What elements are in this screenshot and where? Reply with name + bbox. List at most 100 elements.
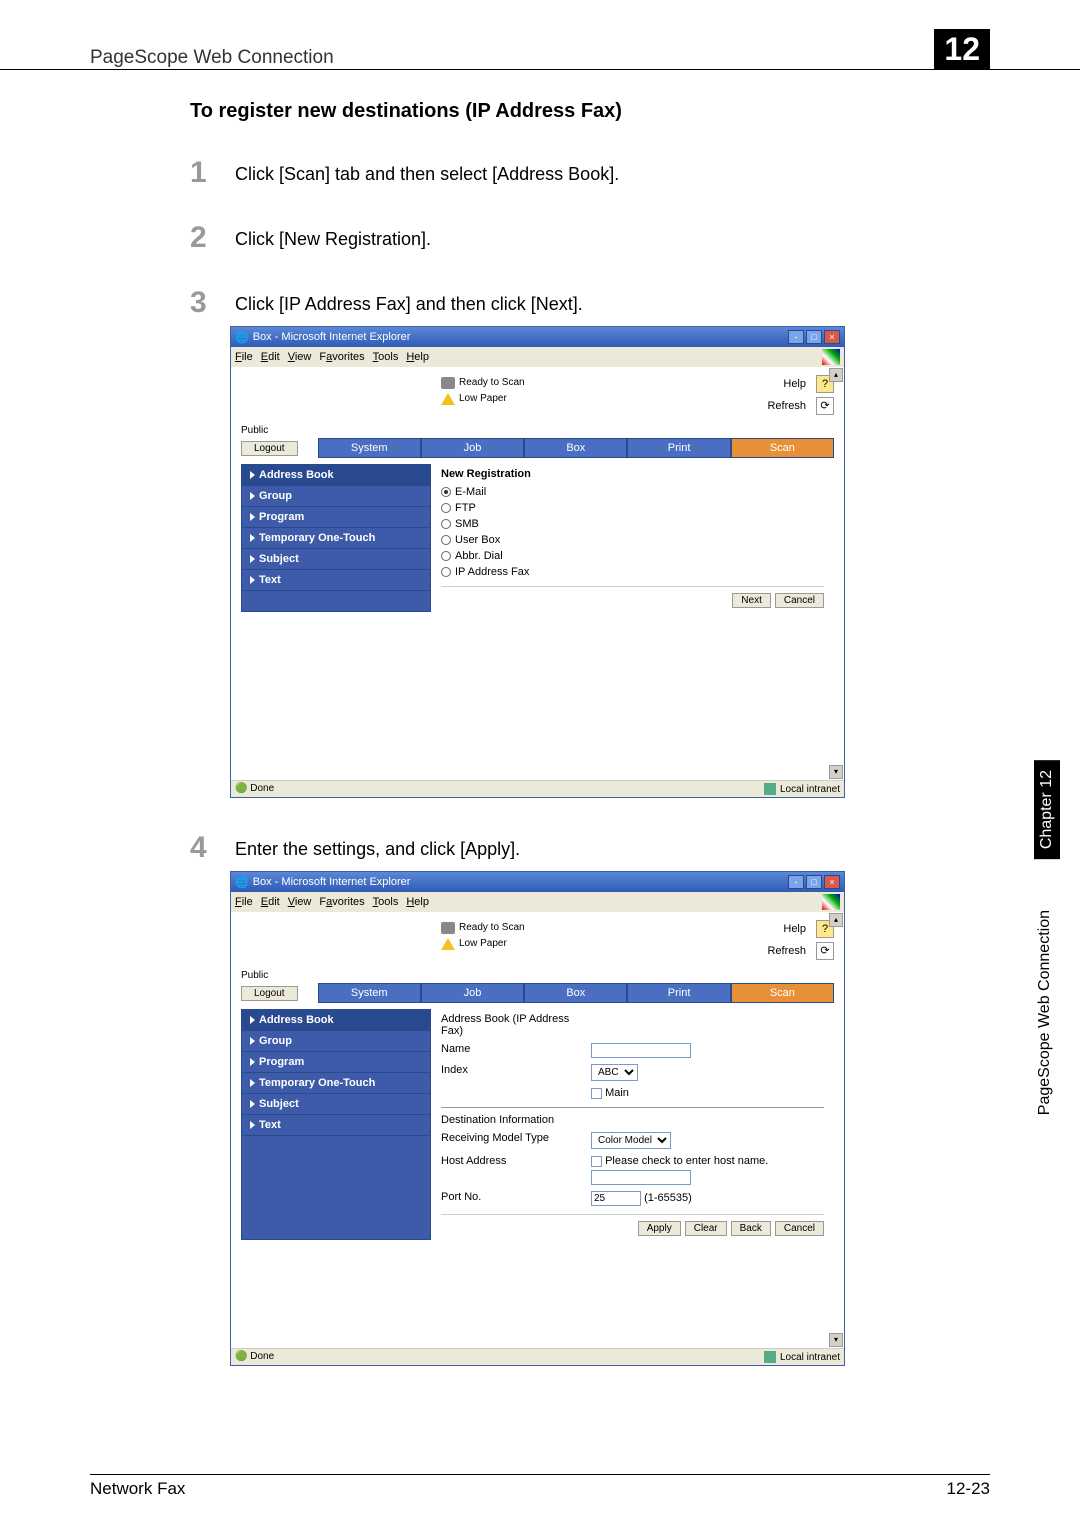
step-text: Click [IP Address Fax] and then click [N… bbox=[235, 294, 583, 315]
warning-icon bbox=[441, 393, 455, 405]
sidebar-item-text[interactable]: Text bbox=[242, 1115, 430, 1136]
radio-ftp[interactable] bbox=[441, 503, 451, 513]
scroll-down-arrow[interactable]: ▾ bbox=[829, 1333, 843, 1347]
side-chapter-tab: Chapter 12 bbox=[1034, 760, 1060, 859]
port-label: Port No. bbox=[441, 1191, 591, 1206]
sidebar-item-group[interactable]: Group bbox=[242, 486, 430, 507]
sidebar-item-temporary[interactable]: Temporary One-Touch bbox=[242, 1073, 430, 1094]
ie-icon: 🌐 bbox=[235, 331, 249, 344]
logout-button[interactable]: Logout bbox=[241, 986, 298, 1001]
radio-smb[interactable] bbox=[441, 519, 451, 529]
radio-label: User Box bbox=[455, 534, 500, 546]
statusbar: 🟢 Done Local intranet bbox=[231, 780, 844, 797]
dest-info-label: Destination Information bbox=[441, 1114, 591, 1126]
arrow-icon bbox=[250, 534, 255, 542]
close-button[interactable]: × bbox=[824, 330, 840, 344]
arrow-icon bbox=[250, 492, 255, 500]
tab-print[interactable]: Print bbox=[627, 983, 730, 1003]
close-button[interactable]: × bbox=[824, 875, 840, 889]
window-titlebar: 🌐 Box - Microsoft Internet Explorer - □ … bbox=[231, 327, 844, 347]
tab-system[interactable]: System bbox=[318, 438, 421, 458]
help-link[interactable]: Help bbox=[783, 378, 806, 390]
scroll-up-arrow[interactable]: ▴ bbox=[829, 368, 843, 382]
sidebar-item-subject[interactable]: Subject bbox=[242, 1094, 430, 1115]
radio-ipfax[interactable] bbox=[441, 567, 451, 577]
radio-email[interactable] bbox=[441, 487, 451, 497]
chapter-number: 12 bbox=[934, 29, 990, 70]
sidebar-item-text[interactable]: Text bbox=[242, 570, 430, 591]
menu-favorites[interactable]: Favorites bbox=[319, 351, 364, 363]
footer-left: Network Fax bbox=[90, 1479, 185, 1499]
host-checkbox[interactable] bbox=[591, 1156, 602, 1167]
step-text: Click [Scan] tab and then select [Addres… bbox=[235, 164, 619, 185]
refresh-link[interactable]: Refresh bbox=[767, 945, 806, 957]
tab-scan[interactable]: Scan bbox=[731, 983, 834, 1003]
cancel-button[interactable]: Cancel bbox=[775, 593, 824, 608]
scroll-down-arrow[interactable]: ▾ bbox=[829, 765, 843, 779]
status-done-icon: 🟢 bbox=[235, 783, 247, 794]
sidebar-item-subject[interactable]: Subject bbox=[242, 549, 430, 570]
host-addr-input[interactable] bbox=[591, 1170, 691, 1185]
menu-help[interactable]: Help bbox=[406, 896, 429, 908]
scroll-up-arrow[interactable]: ▴ bbox=[829, 913, 843, 927]
menu-favorites[interactable]: Favorites bbox=[319, 896, 364, 908]
arrow-icon bbox=[250, 1016, 255, 1024]
menu-help[interactable]: Help bbox=[406, 351, 429, 363]
menu-tools[interactable]: Tools bbox=[373, 351, 399, 363]
window-title: Box - Microsoft Internet Explorer bbox=[253, 331, 411, 343]
sidebar-item-group[interactable]: Group bbox=[242, 1031, 430, 1052]
maximize-button[interactable]: □ bbox=[806, 330, 822, 344]
sidebar-item-program[interactable]: Program bbox=[242, 1052, 430, 1073]
refresh-link[interactable]: Refresh bbox=[767, 400, 806, 412]
apply-button[interactable]: Apply bbox=[638, 1221, 681, 1236]
menu-edit[interactable]: Edit bbox=[261, 896, 280, 908]
index-select[interactable]: ABC bbox=[591, 1064, 638, 1081]
step-number: 1 bbox=[190, 158, 235, 188]
tab-scan[interactable]: Scan bbox=[731, 438, 834, 458]
tab-job[interactable]: Job bbox=[421, 983, 524, 1003]
port-input[interactable] bbox=[591, 1191, 641, 1206]
status-lowpaper: Low Paper bbox=[459, 936, 507, 952]
status-zone: Local intranet bbox=[780, 784, 840, 795]
radio-userbox[interactable] bbox=[441, 535, 451, 545]
arrow-icon bbox=[250, 1121, 255, 1129]
arrow-icon bbox=[250, 1079, 255, 1087]
sidebar-item-address-book[interactable]: Address Book bbox=[242, 465, 430, 486]
sidebar-item-address-book[interactable]: Address Book bbox=[242, 1010, 430, 1031]
status-ready: Ready to Scan bbox=[459, 920, 525, 936]
refresh-icon[interactable]: ⟳ bbox=[816, 397, 834, 415]
help-link[interactable]: Help bbox=[783, 923, 806, 935]
next-button[interactable]: Next bbox=[732, 593, 771, 608]
minimize-button[interactable]: - bbox=[788, 330, 804, 344]
menu-view[interactable]: View bbox=[288, 351, 312, 363]
tab-print[interactable]: Print bbox=[627, 438, 730, 458]
radio-abbr[interactable] bbox=[441, 551, 451, 561]
tab-box[interactable]: Box bbox=[524, 983, 627, 1003]
refresh-icon[interactable]: ⟳ bbox=[816, 942, 834, 960]
footer-right: 12-23 bbox=[947, 1479, 990, 1499]
minimize-button[interactable]: - bbox=[788, 875, 804, 889]
windows-flag-icon bbox=[822, 349, 840, 365]
radio-label: SMB bbox=[455, 518, 479, 530]
tab-system[interactable]: System bbox=[318, 983, 421, 1003]
arrow-icon bbox=[250, 555, 255, 563]
main-checkbox[interactable] bbox=[591, 1088, 602, 1099]
back-button[interactable]: Back bbox=[731, 1221, 771, 1236]
maximize-button[interactable]: □ bbox=[806, 875, 822, 889]
recv-model-select[interactable]: Color Model bbox=[591, 1132, 671, 1149]
sidebar-item-program[interactable]: Program bbox=[242, 507, 430, 528]
menu-file[interactable]: File bbox=[235, 351, 253, 363]
tab-job[interactable]: Job bbox=[421, 438, 524, 458]
menu-file[interactable]: File bbox=[235, 896, 253, 908]
menu-edit[interactable]: Edit bbox=[261, 351, 280, 363]
logout-button[interactable]: Logout bbox=[241, 441, 298, 456]
sidebar-item-temporary[interactable]: Temporary One-Touch bbox=[242, 528, 430, 549]
clear-button[interactable]: Clear bbox=[685, 1221, 727, 1236]
menu-tools[interactable]: Tools bbox=[373, 896, 399, 908]
cancel-button[interactable]: Cancel bbox=[775, 1221, 824, 1236]
zone-icon bbox=[764, 1351, 776, 1363]
name-input[interactable] bbox=[591, 1043, 691, 1058]
status-done: Done bbox=[250, 1351, 274, 1362]
tab-box[interactable]: Box bbox=[524, 438, 627, 458]
menu-view[interactable]: View bbox=[288, 896, 312, 908]
